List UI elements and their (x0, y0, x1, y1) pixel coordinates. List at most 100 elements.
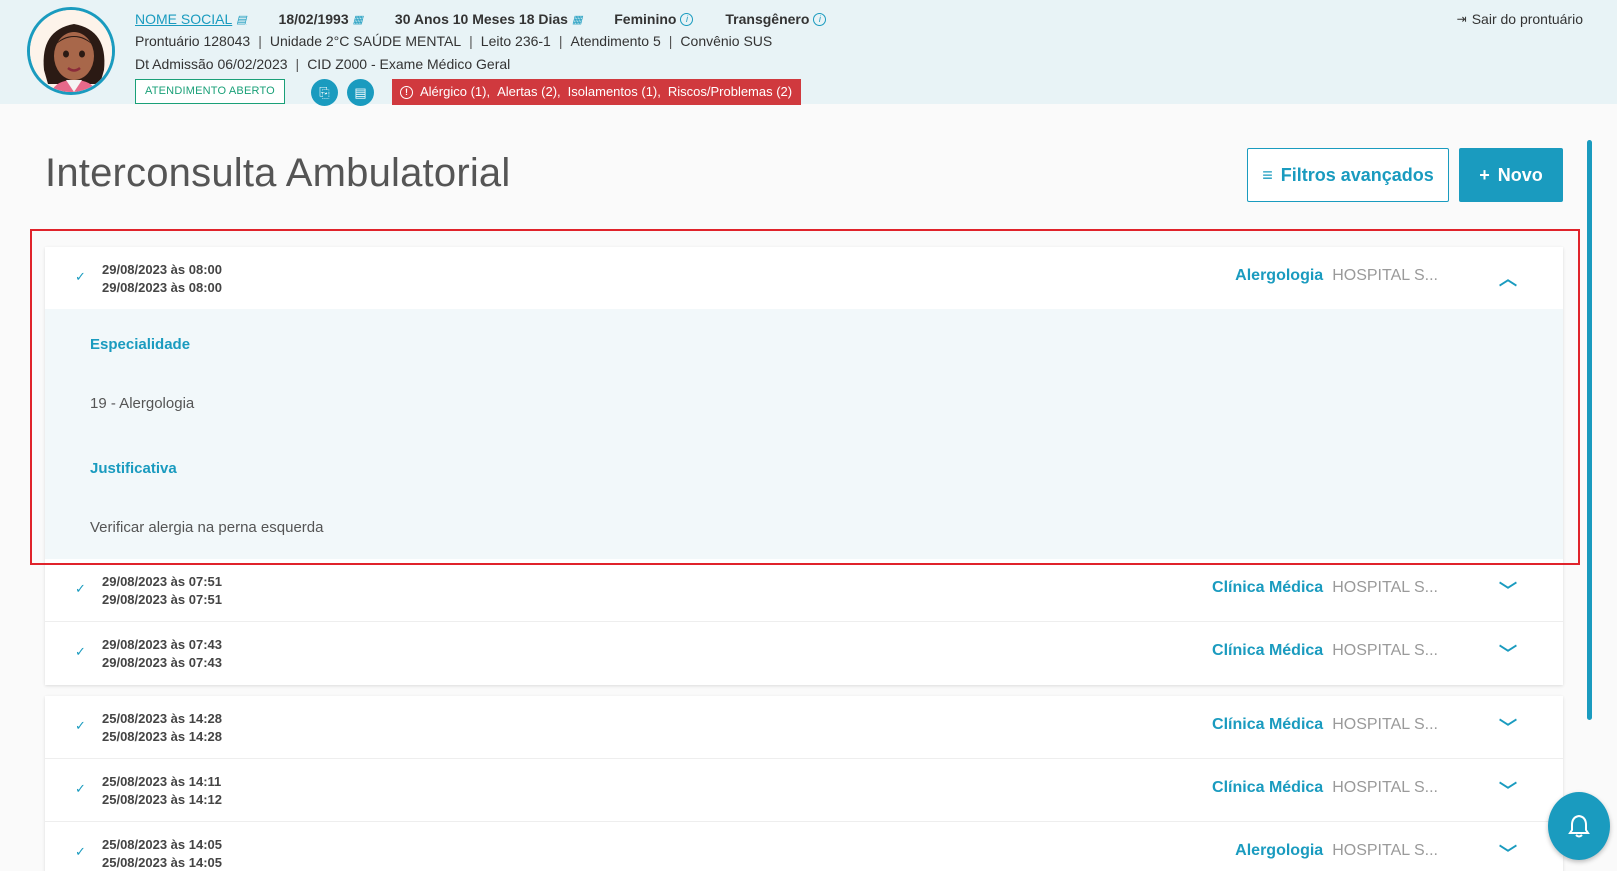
exit-record-link[interactable]: ⇥ Sair do prontuário (1457, 11, 1583, 27)
bell-icon (1568, 814, 1590, 838)
request-date: 29/08/2023 às 07:43 (102, 637, 222, 652)
request-date: 29/08/2023 às 07:51 (102, 574, 222, 589)
justification-label: Justificativa (90, 460, 177, 477)
check-icon: ✓ (75, 644, 86, 659)
list-item[interactable]: ✓ 29/08/2023 às 07:51 29/08/2023 às 07:5… (45, 559, 1563, 622)
alert-allergic[interactable]: Alérgico (1), (420, 79, 490, 105)
list-item[interactable]: ✓ 29/08/2023 às 08:00 29/08/2023 às 08:0… (45, 247, 1563, 309)
separator: | (469, 33, 473, 49)
expanded-detail: Especialidade 19 - Alergologia Justifica… (45, 309, 1563, 559)
dates: 25/08/2023 às 14:28 25/08/2023 às 14:28 (102, 710, 222, 746)
calendar-icon: ▦ (352, 13, 364, 26)
scrollbar[interactable] (1587, 140, 1592, 720)
hospital: HOSPITAL S... (1332, 267, 1438, 284)
specialty: Alergologia (1235, 842, 1324, 859)
patient-gender: Transgênero i (725, 11, 827, 27)
separator: | (295, 56, 300, 72)
request-date: 25/08/2023 às 14:11 (102, 774, 222, 789)
calendar-icon: ▦ (571, 13, 583, 26)
document-button[interactable]: ▤ (347, 79, 374, 106)
hospital: HOSPITAL S... (1332, 779, 1438, 796)
hospital: HOSPITAL S... (1332, 716, 1438, 733)
specialty-label: Especialidade (90, 336, 191, 353)
filter-icon: ≡ (1262, 164, 1273, 185)
notifications-button[interactable] (1548, 792, 1610, 860)
convenio: Convênio SUS (680, 33, 773, 49)
interconsult-list-group: ✓ 29/08/2023 às 08:00 29/08/2023 às 08:0… (45, 247, 1563, 685)
specialty: Clínica Médica (1212, 779, 1324, 796)
list-item[interactable]: ✓ 29/08/2023 às 07:43 29/08/2023 às 07:4… (45, 622, 1563, 685)
social-name-link[interactable]: NOME SOCIAL ▤ (135, 11, 247, 27)
row-meta: Clínica Médica HOSPITAL S... (1212, 779, 1438, 797)
row-meta: Alergologia HOSPITAL S... (1235, 842, 1438, 860)
list-item[interactable]: ✓ 25/08/2023 às 14:05 25/08/2023 às 14:0… (45, 822, 1563, 871)
prontuario-number: Prontuário 128043 (135, 33, 251, 49)
exit-label: Sair do prontuário (1471, 11, 1583, 27)
admission-line: Dt Admissão 06/02/2023 | CID Z000 - Exame … (135, 56, 510, 72)
leito: Leito 236-1 (480, 33, 551, 49)
clipboard-icon: ▤ (236, 13, 247, 26)
separator: | (258, 33, 262, 49)
admission-date: Dt Admissão 06/02/2023 (135, 56, 288, 72)
schedule-date: 29/08/2023 às 07:51 (102, 592, 222, 607)
chevron-down-icon[interactable]: ﹀ (1499, 577, 1517, 603)
patient-identity-line: NOME SOCIAL ▤ 18/02/1993 ▦ 30 Anos 10 Mese… (135, 11, 854, 27)
cid-code: CID Z000 - Exame Médico Geral (307, 56, 511, 72)
chevron-up-icon[interactable]: ︿ (1499, 265, 1517, 291)
list-item[interactable]: ✓ 25/08/2023 às 14:28 25/08/2023 às 14:2… (45, 696, 1563, 759)
atendimento: Atendimento 5 (570, 33, 661, 49)
specialty: Clínica Médica (1212, 716, 1324, 733)
advanced-filters-button[interactable]: ≡ Filtros avançados (1247, 148, 1449, 202)
exit-icon: ⇥ (1456, 12, 1467, 26)
request-date: 25/08/2023 às 14:28 (102, 711, 222, 726)
alerts-bar[interactable]: ! Alérgico (1), Alertas (2), Isolamentos… (392, 79, 802, 105)
patient-header: NOME SOCIAL ▤ 18/02/1993 ▦ 30 Anos 10 Mese… (0, 0, 1617, 106)
paperclip-icon: ⎘ (319, 85, 330, 100)
birth-date: 18/02/1993 ▦ (278, 11, 364, 27)
alert-isolation[interactable]: Isolamentos (1), (568, 79, 661, 105)
specialty: Clínica Médica (1212, 642, 1324, 659)
info-icon[interactable]: i (680, 12, 694, 26)
dates: 25/08/2023 às 14:11 25/08/2023 às 14:12 (102, 773, 222, 809)
specialty: Alergologia (1235, 267, 1324, 284)
schedule-date: 29/08/2023 às 07:43 (102, 655, 222, 670)
chevron-down-icon[interactable]: ﹀ (1499, 840, 1517, 866)
unidade: Unidade 2°C SAÚDE MENTAL (269, 33, 462, 49)
alert-alerts[interactable]: Alertas (2), (497, 79, 561, 105)
check-icon: ✓ (75, 718, 86, 733)
info-icon[interactable]: i (813, 12, 827, 26)
specialty: Clínica Médica (1212, 579, 1324, 596)
schedule-date: 25/08/2023 às 14:28 (102, 729, 222, 744)
schedule-date: 29/08/2023 às 08:00 (102, 280, 222, 295)
schedule-date: 25/08/2023 às 14:12 (102, 792, 222, 807)
interconsult-list-group: ✓ 25/08/2023 às 14:28 25/08/2023 às 14:2… (45, 696, 1563, 871)
document-icon: ▤ (354, 85, 367, 100)
request-date: 25/08/2023 às 14:05 (102, 837, 222, 852)
row-meta: Alergologia HOSPITAL S... (1235, 267, 1438, 285)
row-meta: Clínica Médica HOSPITAL S... (1212, 716, 1438, 734)
separator: | (558, 33, 563, 49)
attachment-button[interactable]: ⎘ (311, 79, 338, 106)
patient-location-line: Prontuário 128043 | Unidade 2°C SAÚDE MENT… (135, 33, 772, 49)
check-icon: ✓ (75, 581, 86, 596)
page-title: Interconsulta Ambulatorial (45, 151, 511, 195)
chevron-down-icon[interactable]: ﹀ (1499, 777, 1517, 803)
dates: 29/08/2023 às 08:00 29/08/2023 às 08:00 (102, 261, 222, 297)
chevron-down-icon[interactable]: ﹀ (1499, 640, 1517, 666)
list-item[interactable]: ✓ 25/08/2023 às 14:11 25/08/2023 às 14:1… (45, 759, 1563, 822)
dates: 29/08/2023 às 07:43 29/08/2023 às 07:43 (102, 636, 222, 672)
plus-icon: + (1479, 164, 1490, 185)
warning-icon: ! (400, 85, 413, 99)
alert-risks[interactable]: Riscos/Problemas (2) (668, 79, 792, 105)
hospital: HOSPITAL S... (1332, 642, 1438, 659)
patient-sex: Feminino i (614, 11, 694, 27)
status-badge: ATENDIMENTO ABERTO (135, 79, 285, 104)
new-label: Novo (1497, 164, 1543, 185)
filter-label: Filtros avançados (1280, 164, 1434, 185)
chevron-down-icon[interactable]: ﹀ (1499, 714, 1517, 740)
separator: | (668, 33, 673, 49)
row-meta: Clínica Médica HOSPITAL S... (1212, 642, 1438, 660)
schedule-date: 25/08/2023 às 14:05 (102, 855, 222, 870)
new-button[interactable]: + Novo (1459, 148, 1563, 202)
patient-avatar (27, 7, 115, 95)
